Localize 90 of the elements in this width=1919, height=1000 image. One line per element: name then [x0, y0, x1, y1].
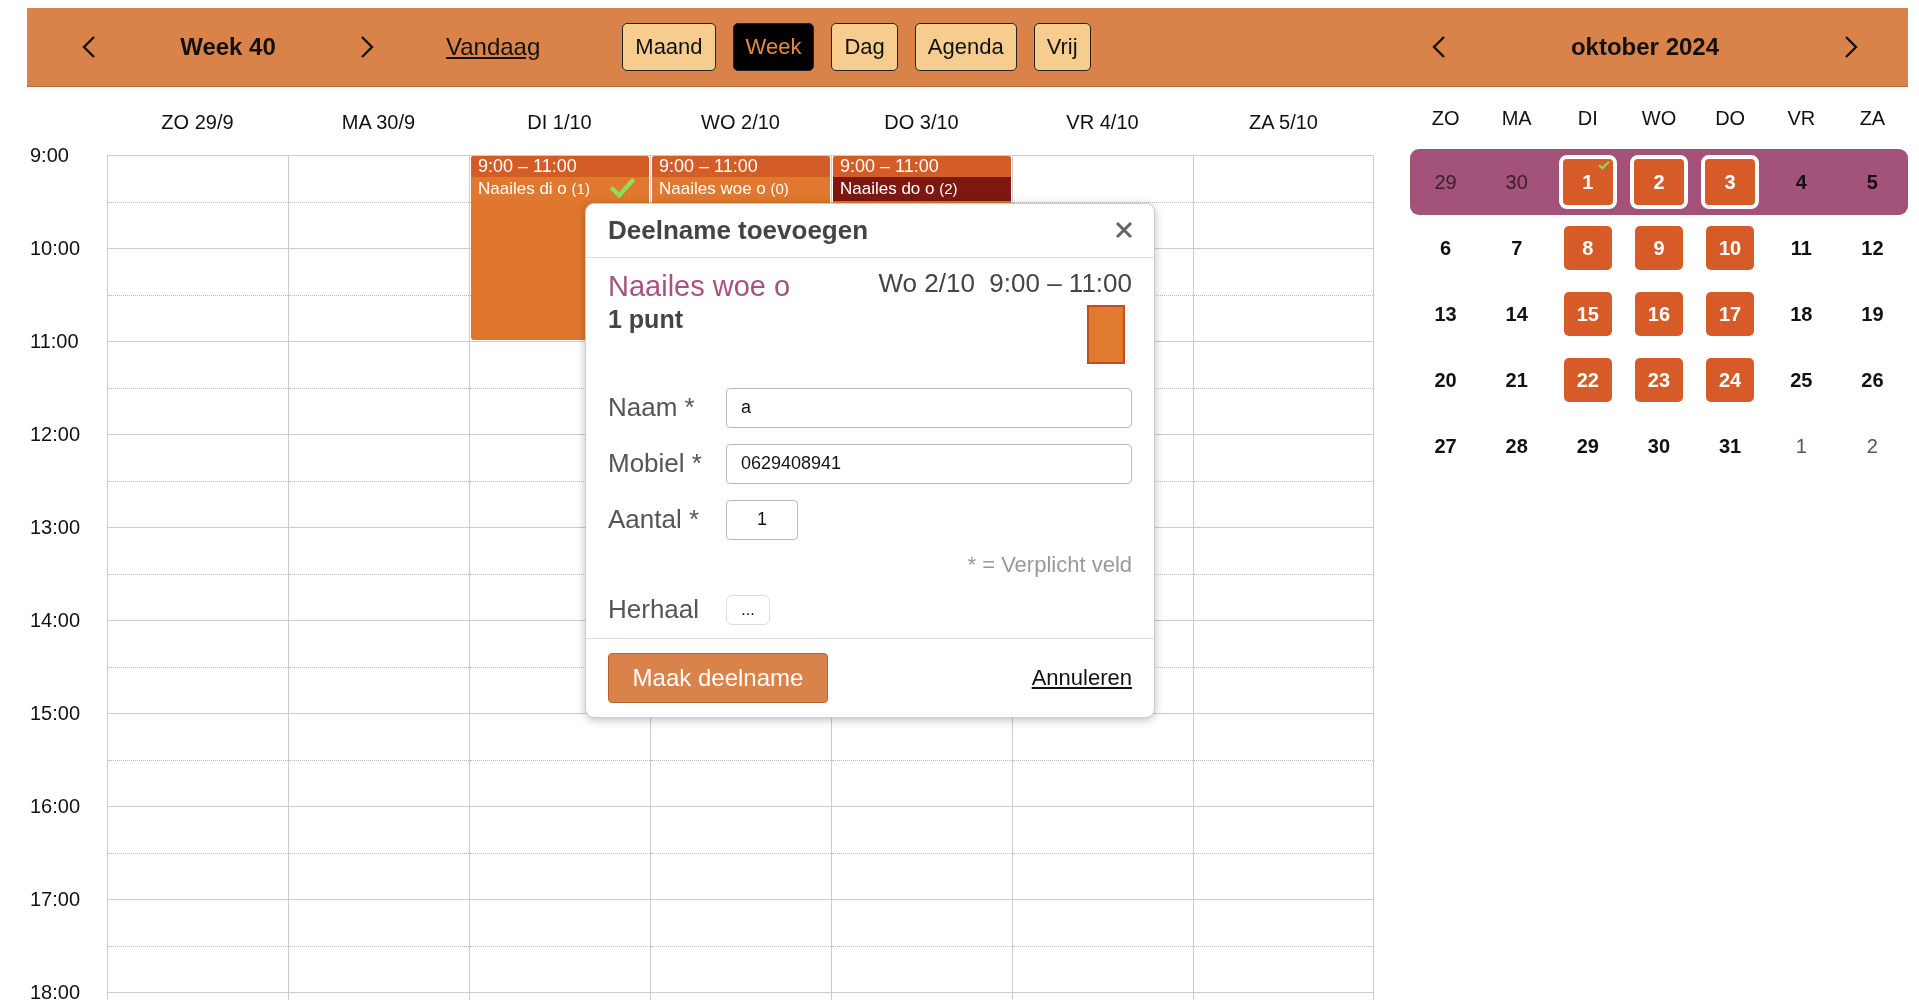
calendar-day[interactable]: 14 — [1505, 302, 1528, 326]
weekday-label: DI — [1576, 106, 1599, 130]
close-icon[interactable] — [1114, 220, 1134, 241]
event-time: 9:00 – 11:00 — [833, 156, 1011, 177]
cancel-link[interactable]: Annuleren — [1031, 664, 1132, 691]
calendar-day[interactable]: 25 — [1790, 368, 1813, 392]
calendar-day[interactable]: 6 — [1440, 236, 1452, 260]
calendar-day[interactable]: 17 — [1706, 292, 1755, 336]
input-field[interactable]: a — [726, 387, 1132, 428]
hour-label: 9:00 — [30, 144, 69, 167]
calendar-day[interactable]: 2 — [1630, 155, 1688, 209]
date-time: Wo 2/10 9:00 – 11:00 — [878, 267, 1132, 299]
weekday-label: ZA — [1858, 106, 1887, 130]
input-field[interactable]: 0629408941 — [726, 443, 1132, 484]
calendar-day[interactable]: 8 — [1563, 226, 1612, 270]
calendar-day[interactable]: 15 — [1563, 292, 1612, 336]
field-label: Mobiel * — [608, 448, 703, 480]
required-note: * = Verplicht veld — [967, 551, 1132, 578]
calendar-day[interactable]: 2 — [1866, 434, 1878, 458]
hour-label: 12:00 — [30, 423, 81, 446]
hour-label: 17:00 — [30, 888, 81, 911]
hour-label: 16:00 — [30, 795, 81, 818]
view-button[interactable]: Dag — [831, 23, 898, 71]
hour-label: 18:00 — [30, 981, 81, 1000]
calendar-week[interactable]: 20 21 22 23 24 25 26 — [1410, 347, 1908, 413]
calendar-day[interactable]: 16 — [1635, 292, 1683, 336]
calendar-day[interactable]: 12 — [1861, 236, 1884, 260]
weekday-label: DO — [1714, 106, 1747, 130]
view-button[interactable]: Vrij — [1033, 23, 1091, 71]
calendar-day[interactable]: 31 — [1719, 434, 1742, 458]
event-time: 9:00 – 11:00 — [652, 156, 830, 177]
next-icon[interactable] — [1844, 35, 1858, 59]
today-link[interactable]: Vandaag — [446, 33, 541, 61]
next-icon[interactable] — [360, 35, 374, 59]
view-button[interactable]: Agenda — [914, 23, 1017, 71]
calendar-day[interactable]: 26 — [1861, 368, 1884, 392]
event-title: Naailes do o (2) — [833, 177, 1011, 201]
calendar-day[interactable]: 20 — [1434, 368, 1457, 392]
calendar-day[interactable]: 9 — [1635, 226, 1683, 270]
event-time: 9:00 – 11:00 — [471, 156, 649, 177]
weekday-label: WO — [1640, 106, 1678, 130]
calendar-day[interactable]: 4 — [1795, 170, 1807, 194]
calendar-day[interactable]: 30 — [1647, 434, 1671, 458]
hour-label: 13:00 — [30, 516, 81, 539]
calendar-day[interactable]: 23 — [1635, 358, 1683, 402]
calendar-day[interactable]: 1 — [1795, 434, 1807, 458]
calendar-day[interactable]: 22 — [1563, 358, 1612, 402]
hour-label: 15:00 — [30, 702, 81, 725]
view-button[interactable]: Maand — [622, 23, 716, 71]
day-header: MA 30/9 — [340, 110, 417, 134]
calendar-day[interactable]: 13 — [1434, 302, 1457, 326]
input-field[interactable]: 1 — [726, 499, 798, 540]
calendar-day[interactable]: 3 — [1701, 155, 1760, 209]
calendar-day[interactable]: 19 — [1861, 302, 1884, 326]
field-label: Herhaal — [608, 594, 701, 626]
calendar-day[interactable]: 11 — [1790, 236, 1812, 260]
calendar-day[interactable]: 29 — [1576, 434, 1599, 458]
calendar-week[interactable]: 13 14 15 16 17 18 19 — [1410, 281, 1908, 347]
day-header: VR 4/10 — [1065, 110, 1140, 134]
week-label: Week 40 — [179, 33, 277, 61]
calendar-week[interactable]: 6 7 8 9 10 11 12 — [1410, 215, 1908, 281]
day-header: DO 3/10 — [883, 110, 960, 134]
calendar-day[interactable]: 1 — [1558, 155, 1617, 209]
hour-label: 10:00 — [30, 237, 81, 260]
weekday-label: VR — [1786, 106, 1817, 130]
repeat-button[interactable]: ... — [726, 594, 770, 625]
month-title: oktober 2024 — [1569, 33, 1721, 61]
calendar-day[interactable]: 24 — [1706, 358, 1755, 402]
calendar-week[interactable]: 27 28 29 30 31 1 2 — [1410, 413, 1908, 479]
day-header: WO 2/10 — [700, 110, 781, 134]
weekday-label: ZO — [1430, 106, 1461, 130]
field-label: Aantal * — [608, 504, 701, 536]
calendar-day[interactable]: 27 — [1434, 434, 1457, 458]
previous-icon[interactable] — [1432, 35, 1446, 59]
day-header: DI 1/10 — [526, 110, 593, 134]
day-header: ZA 5/10 — [1248, 110, 1319, 134]
calendar-day[interactable]: 28 — [1505, 434, 1528, 458]
calendar-day[interactable]: 10 — [1706, 226, 1755, 270]
hour-label: 11:00 — [30, 330, 79, 353]
view-button[interactable]: Week — [732, 23, 815, 71]
selected-week[interactable]: 29 30 1 2 3 4 5 — [1410, 149, 1908, 215]
calendar-day[interactable]: 7 — [1511, 236, 1523, 260]
calendar-day[interactable]: 21 — [1505, 368, 1528, 392]
hour-label: 14:00 — [30, 609, 81, 632]
previous-icon[interactable] — [82, 35, 96, 59]
calendar-day[interactable]: 18 — [1790, 302, 1813, 326]
field-label: Naam * — [608, 392, 696, 424]
calendar-day[interactable]: 5 — [1866, 170, 1878, 194]
day-header: ZO 29/9 — [160, 110, 235, 134]
weekday-label: MA — [1500, 106, 1533, 130]
